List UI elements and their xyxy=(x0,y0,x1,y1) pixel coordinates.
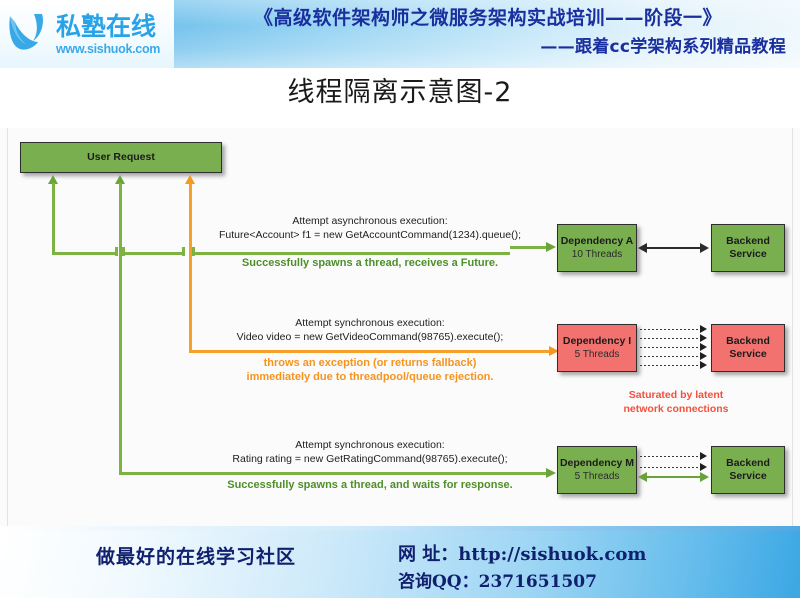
row2-result-block: throws an exception (or returns fallback… xyxy=(196,356,544,384)
dependency-a-threads: 10 Threads xyxy=(571,249,623,260)
user-request-box[interactable]: User Request xyxy=(20,142,222,173)
row3-dotted-arrow-2 xyxy=(700,463,707,471)
row3-attempt-block: Attempt synchronous execution: Rating ra… xyxy=(196,438,544,466)
diagram-canvas: User Request Attempt asynchronous execut… xyxy=(0,128,800,526)
saturation-note: Saturated by latent network connections xyxy=(586,388,766,416)
row2-dotted-line-3 xyxy=(640,347,702,348)
return-line-row2-vertical xyxy=(189,183,192,350)
row3-dotted-line-2 xyxy=(640,467,702,468)
site-logo[interactable]: 私塾在线 www.sishuok.com xyxy=(0,0,174,68)
row2-dotted-arrow-3 xyxy=(700,343,707,351)
dependency-i-box[interactable]: Dependency I 5 Threads xyxy=(557,324,637,372)
return-line-row1-tick4 xyxy=(192,247,195,256)
row3-dotted-line-1 xyxy=(640,456,702,457)
row2-dotted-arrow-5 xyxy=(700,361,707,369)
row3-attempt-line: Attempt synchronous execution: xyxy=(295,439,445,451)
row3-connector-arrow-right xyxy=(700,472,709,482)
course-title: 《高级软件架构师之微服务架构实战培训——阶段一》 xyxy=(253,7,722,29)
return-line-row1-seg3 xyxy=(194,252,510,255)
backend-service-row1-line1: Backend xyxy=(726,235,770,247)
row1-forward-arrowhead xyxy=(546,242,556,252)
row1-connector-line xyxy=(646,247,702,249)
backend-service-box-row3[interactable]: Backend Service xyxy=(711,446,785,494)
dependency-m-threads: 5 Threads xyxy=(574,471,620,482)
row2-result-line2: immediately due to threadpool/queue reje… xyxy=(246,371,494,383)
backend-service-box-row1[interactable]: Backend Service xyxy=(711,224,785,272)
backend-service-row2-line2: Service xyxy=(729,348,767,360)
return-line-row1-tick3 xyxy=(182,247,185,256)
footer-top-rule xyxy=(0,526,800,531)
return-line-row1-vertical xyxy=(52,183,55,252)
canvas-left-border xyxy=(7,128,8,526)
row1-connector-arrow-left xyxy=(638,243,647,253)
row3-connector-arrow-left xyxy=(638,472,647,482)
return-line-row1-tick1 xyxy=(115,247,118,256)
footer-qq: 咨询QQ：2371651507 xyxy=(398,572,597,592)
row2-dotted-line-5 xyxy=(640,365,702,366)
backend-service-row3-line2: Service xyxy=(729,470,767,482)
bird-swoosh-logo-icon xyxy=(4,8,54,60)
row1-result-label: Successfully spawns a thread, receives a… xyxy=(241,257,499,269)
row3-result-block: Successfully spawns a thread, and waits … xyxy=(196,478,544,492)
row1-connector-arrow-right xyxy=(700,243,709,253)
row3-result-label: Successfully spawns a thread, and waits … xyxy=(227,479,513,491)
return-line-row3-vertical xyxy=(119,183,122,472)
backend-service-box-row2[interactable]: Backend Service xyxy=(711,324,785,372)
saturation-note-line1: Saturated by latent xyxy=(628,389,724,401)
logo-website-url: www.sishuok.com xyxy=(56,41,161,56)
return-line-row1-tick2 xyxy=(122,247,125,256)
row3-connector-line xyxy=(646,476,702,478)
dependency-m-name: Dependency M xyxy=(559,457,635,469)
backend-service-row1-line2: Service xyxy=(729,248,767,260)
backend-service-row3-line1: Backend xyxy=(726,457,770,469)
return-line-row1-seg1 xyxy=(52,252,117,255)
canvas-right-border xyxy=(792,128,793,526)
row2-dotted-line-2 xyxy=(640,338,702,339)
row2-code-line: Video video = new GetVideoCommand(98765)… xyxy=(236,331,504,343)
return-line-row3-horizontal xyxy=(119,472,548,475)
row1-forward-line xyxy=(510,246,548,249)
return-line-row1-seg2 xyxy=(124,252,184,255)
row1-attempt-line: Attempt asynchronous execution: xyxy=(292,215,448,227)
row2-dotted-arrow-1 xyxy=(700,325,707,333)
return-line-row2-horizontal xyxy=(189,350,555,353)
page-title: 线程隔离示意图-2 xyxy=(287,77,513,108)
saturation-note-line2: network connections xyxy=(623,403,729,415)
row1-result-block: Successfully spawns a thread, receives a… xyxy=(196,256,544,270)
row3-dotted-arrow-1 xyxy=(700,452,707,460)
row1-code-line: Future<Account> f1 = new GetAccountComma… xyxy=(218,229,522,241)
dependency-a-box[interactable]: Dependency A 10 Threads xyxy=(557,224,637,272)
dependency-m-box[interactable]: Dependency M 5 Threads xyxy=(557,446,637,494)
dependency-a-name: Dependency A xyxy=(560,235,634,247)
row3-code-line: Rating rating = new GetRatingCommand(987… xyxy=(232,453,508,465)
page-header: 私塾在线 www.sishuok.com 《高级软件架构师之微服务架构实战培训—… xyxy=(0,0,800,68)
row2-attempt-block: Attempt synchronous execution: Video vid… xyxy=(196,316,544,344)
logo-chinese-name: 私塾在线 xyxy=(56,11,157,41)
row1-attempt-block: Attempt asynchronous execution: Future<A… xyxy=(196,214,544,242)
user-request-label: User Request xyxy=(87,151,155,163)
footer-website: 网 址：http://sishuok.com xyxy=(398,544,647,565)
row2-dotted-arrow-2 xyxy=(700,334,707,342)
footer-slogan: 做最好的在线学习社区 xyxy=(96,546,297,568)
row2-attempt-line: Attempt synchronous execution: xyxy=(295,317,445,329)
course-subtitle: ——跟着cc学架构系列精品教程 xyxy=(540,37,786,57)
dependency-i-name: Dependency I xyxy=(562,335,632,347)
row2-dotted-line-1 xyxy=(640,329,702,330)
row3-forward-arrowhead xyxy=(546,468,556,478)
dependency-i-threads: 5 Threads xyxy=(574,349,620,360)
row2-dotted-arrow-4 xyxy=(700,352,707,360)
row2-dotted-line-4 xyxy=(640,356,702,357)
row2-result-line1: throws an exception (or returns fallback… xyxy=(263,357,477,369)
backend-service-row2-line1: Backend xyxy=(726,335,770,347)
